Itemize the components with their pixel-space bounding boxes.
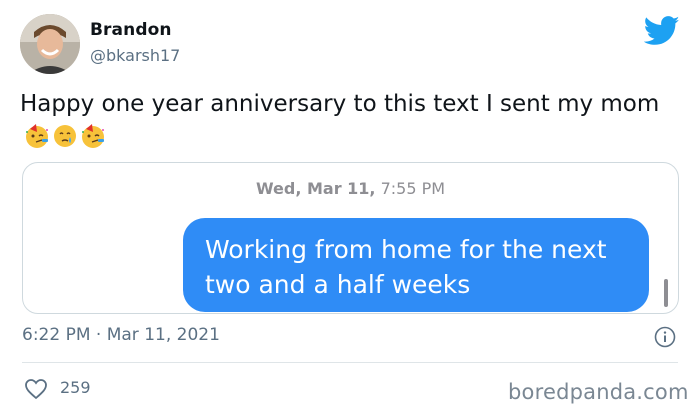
tweet-timestamp[interactable]: 6:22 PM · Mar 11, 2021 — [22, 325, 220, 345]
emoji-group — [24, 123, 106, 149]
message-date: Wed, Mar 11, 7:55 PM — [23, 179, 678, 198]
partying-face-emoji-icon — [82, 124, 104, 148]
scrollbar — [664, 279, 668, 307]
like-count[interactable]: 259 — [60, 378, 91, 397]
divider — [22, 362, 678, 363]
watermark: boredpanda.com — [508, 380, 689, 404]
tweet-text: Happy one year anniversary to this text … — [20, 88, 660, 152]
author-name[interactable]: Brandon — [90, 20, 172, 40]
message-date-prefix: Wed, Mar 11, — [255, 179, 376, 198]
attached-image[interactable]: Wed, Mar 11, 7:55 PM Working from home f… — [22, 162, 679, 314]
face-holding-back-tears-emoji-icon — [54, 125, 76, 147]
author-handle[interactable]: @bkarsh17 — [90, 46, 180, 65]
message-bubble: Working from home for the next two and a… — [183, 218, 649, 312]
twitter-bird-icon[interactable] — [644, 16, 680, 46]
avatar[interactable] — [20, 14, 80, 74]
avatar-image — [20, 14, 80, 74]
heart-icon[interactable] — [24, 378, 48, 400]
partying-face-emoji-icon — [26, 124, 48, 148]
message-time: 7:55 PM — [380, 179, 446, 198]
tweet-body: Happy one year anniversary to this text … — [20, 91, 660, 117]
info-icon[interactable] — [654, 326, 676, 348]
